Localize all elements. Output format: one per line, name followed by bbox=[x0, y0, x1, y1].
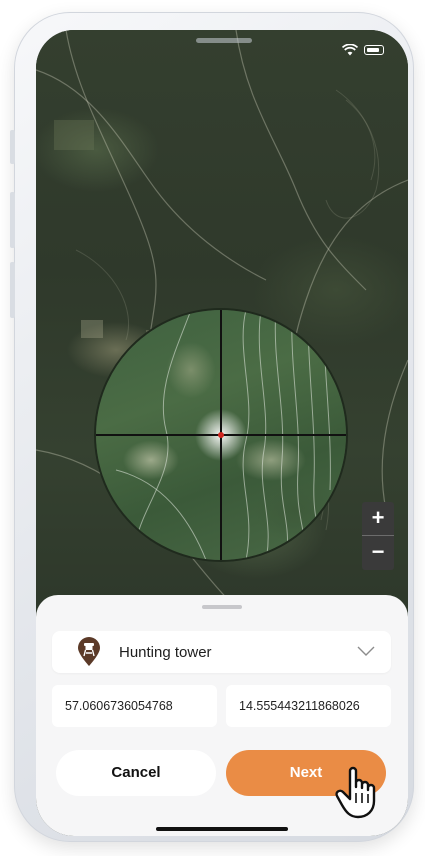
hand-cursor-icon bbox=[335, 766, 376, 819]
satellite-map[interactable]: + − bbox=[36, 30, 408, 630]
volume-down-button bbox=[10, 262, 15, 318]
zoom-out-button[interactable]: − bbox=[362, 536, 394, 569]
zoom-control: + − bbox=[362, 502, 394, 570]
scope-view bbox=[96, 310, 346, 560]
hunting-tower-pin-icon bbox=[78, 637, 100, 666]
zoom-in-button[interactable]: + bbox=[362, 502, 394, 535]
chevron-down-icon bbox=[357, 646, 375, 656]
bottom-sheet: Hunting tower 57.0606736054768 14.555443… bbox=[36, 595, 408, 836]
wifi-icon bbox=[342, 44, 358, 56]
location-type-label: Hunting tower bbox=[119, 644, 212, 661]
battery-icon bbox=[364, 45, 384, 55]
latitude-field[interactable]: 57.0606736054768 bbox=[52, 685, 217, 727]
longitude-field[interactable]: 14.555443211868026 bbox=[226, 685, 391, 727]
home-indicator bbox=[156, 827, 288, 831]
earpiece-speaker bbox=[196, 38, 252, 43]
location-type-select[interactable]: Hunting tower bbox=[52, 631, 391, 673]
mute-switch bbox=[10, 130, 15, 164]
volume-up-button bbox=[10, 192, 15, 248]
screen: + − Hunting tower 57.0606736054768 14.55… bbox=[36, 30, 408, 836]
scope-center-marker bbox=[218, 432, 224, 438]
cancel-button[interactable]: Cancel bbox=[56, 750, 216, 796]
sheet-drag-handle[interactable] bbox=[202, 605, 242, 609]
status-bar bbox=[342, 44, 384, 56]
